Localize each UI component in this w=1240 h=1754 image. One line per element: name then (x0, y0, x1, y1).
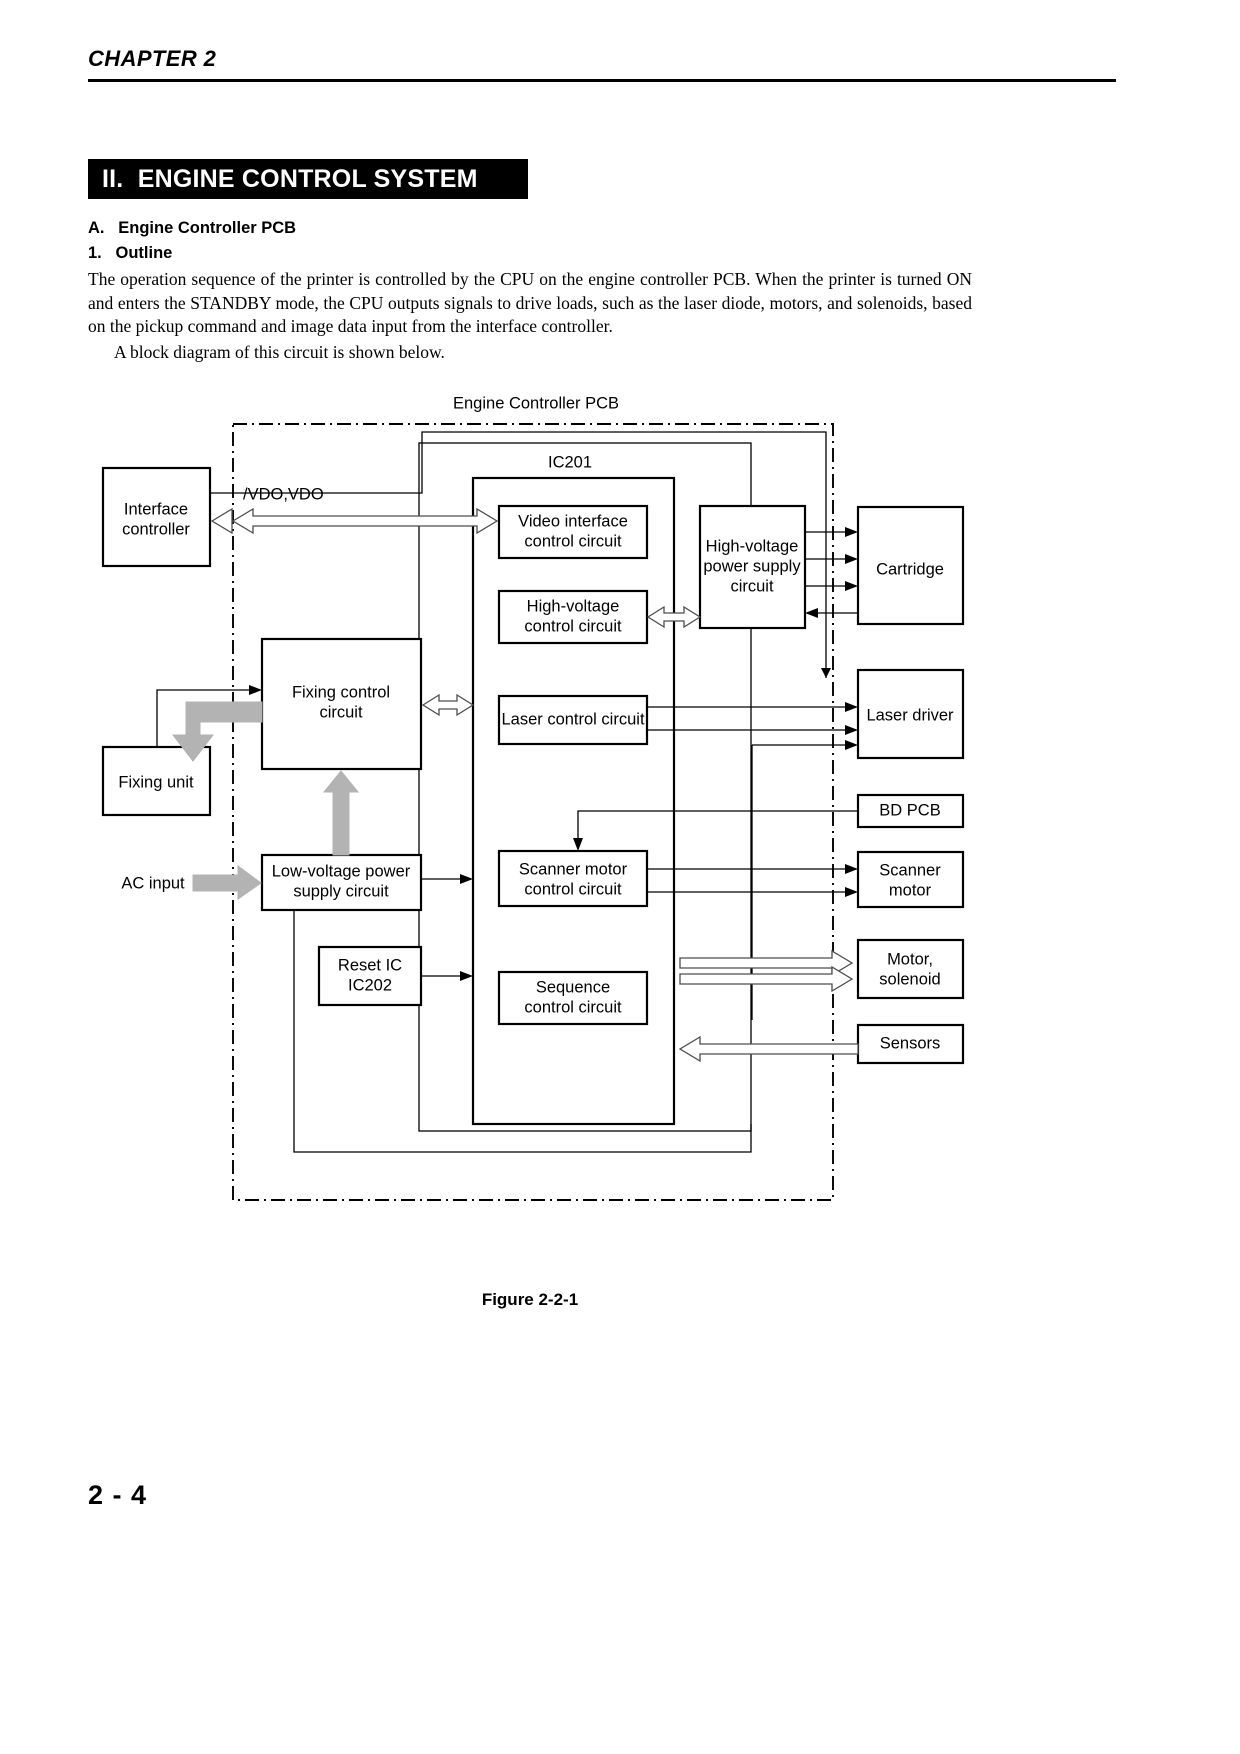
low-voltage-psu-line1: Low-voltage power (272, 862, 411, 880)
heading-outline: 1. Outline (88, 244, 173, 262)
video-interface-line1: Video interface (518, 512, 628, 530)
scanner-motor-line2: motor (889, 881, 932, 899)
wire-cartridge-to-hvpsu (805, 608, 858, 618)
low-voltage-psu-line2: supply circuit (293, 882, 389, 900)
high-voltage-control-line1: High-voltage (527, 597, 620, 615)
page-header: CHAPTER 2 (88, 48, 1116, 82)
arrowhead-right-bus (821, 668, 831, 678)
ac-input-label: AC input (121, 874, 185, 892)
section-banner-title: II. ENGINE CONTROL SYSTEM (88, 159, 528, 199)
scanner-motor-control-line1: Scanner motor (519, 860, 628, 878)
body-paragraph-1: The operation sequence of the printer is… (88, 269, 972, 336)
wire-lvpsu-to-ic-rail (421, 874, 473, 884)
motor-solenoid-line1: Motor, (887, 950, 933, 968)
cartridge-label: Cartridge (876, 560, 944, 578)
arrowhead-laser-driver-4 (845, 740, 858, 750)
reset-ic-line1: Reset IC (338, 956, 402, 974)
wires-hvpsu-to-cartridge (805, 527, 858, 591)
video-interface-line2: control circuit (524, 532, 622, 550)
arrows-sequence-to-motor-solenoid (679, 949, 854, 993)
high-voltage-control-line2: control circuit (524, 617, 622, 635)
page-number: 2 - 4 (88, 1480, 148, 1510)
pcb-title-label: Engine Controller PCB (453, 394, 619, 412)
gray-arrow-fixing-control-to-unit (171, 701, 263, 762)
interface-controller-line2: controller (122, 520, 190, 538)
block-diagram: Engine Controller PCB IC201 Interface co… (0, 380, 1240, 1220)
arrowhead-into-fixing-control (249, 685, 262, 695)
sequence-control-line1: Sequence (536, 978, 610, 996)
wire-resetic-to-ic-rail (421, 971, 473, 981)
block-motor-solenoid (856, 938, 965, 1000)
scanner-motor-control-line2: control circuit (524, 880, 622, 898)
scanner-motor-line1: Scanner (879, 861, 941, 879)
chapter-label: CHAPTER 2 (88, 46, 217, 71)
vdo-signal-label: /VDO,VDO (243, 485, 324, 503)
gray-arrow-ac-input (192, 865, 262, 900)
reset-ic-line2: IC202 (348, 976, 392, 994)
arrow-fixing-control-to-ic201 (421, 693, 475, 717)
wires-laser-control-to-driver (647, 702, 858, 735)
motor-solenoid-line2: solenoid (879, 970, 940, 988)
heading-engine-controller-pcb: A. Engine Controller PCB (88, 219, 297, 237)
laser-control-label: Laser control circuit (501, 710, 644, 728)
high-voltage-psu-line1: High-voltage (706, 537, 799, 555)
fixing-unit-label: Fixing unit (118, 773, 194, 791)
ic201-inner-outline (471, 476, 676, 1126)
high-voltage-psu-line2: power supply (703, 557, 801, 575)
sensors-label: Sensors (880, 1034, 941, 1052)
fixing-control-line1: Fixing control (292, 683, 390, 701)
bd-pcb-label: BD PCB (879, 801, 940, 819)
arrow-sensors-to-sequence (678, 1035, 859, 1063)
arrow-interface-video-bidir (215, 507, 499, 535)
arrowhead-into-interface-controller (210, 507, 233, 535)
high-voltage-psu-line3: circuit (730, 577, 774, 595)
laser-driver-label: Laser driver (866, 706, 954, 724)
sequence-control-line2: control circuit (524, 998, 622, 1016)
figure-caption: Figure 2-2-1 (481, 1290, 579, 1309)
fixing-control-line2: circuit (319, 703, 363, 721)
body-paragraph-2: A block diagram of this circuit is shown… (114, 342, 445, 362)
interface-controller-line1: Interface (124, 500, 188, 518)
gray-arrow-lvpsu-to-fixing-control (322, 770, 360, 856)
header-divider (88, 79, 1116, 82)
ic201-title-label: IC201 (548, 453, 592, 471)
